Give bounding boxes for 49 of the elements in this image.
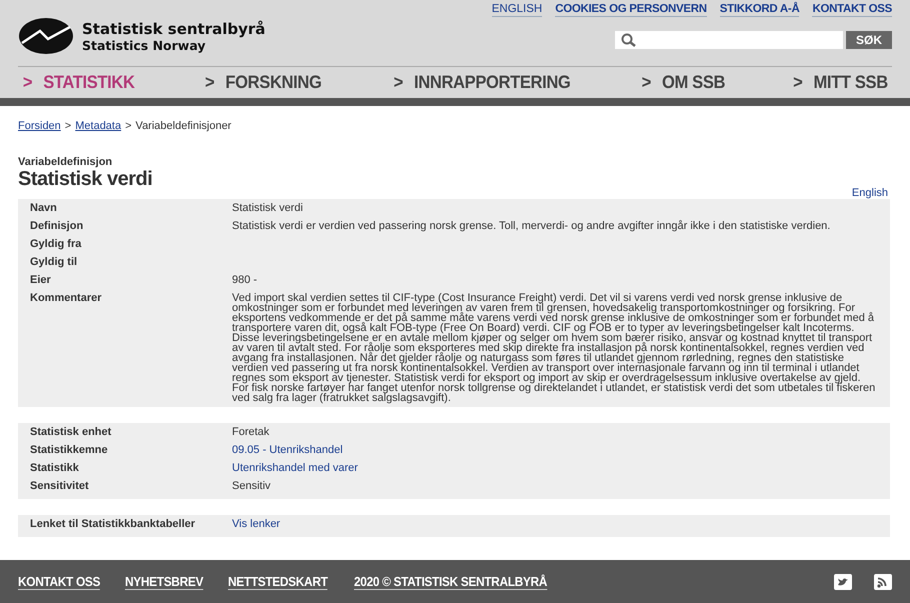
breadcrumb-link[interactable]: Forsiden [18, 120, 61, 132]
search-button[interactable]: SØK [846, 31, 892, 49]
nav-tab[interactable]: > MITT SSB [793, 72, 888, 93]
field-label: Statistikk [30, 461, 80, 475]
field-value: Ved import skal verdien settes til CIF-type (Cost Insurance Freight) verdi. Det vil si varens verdi ved norsk grense inklusive de omkostninger som er forbundet med leveringen av varen frem til grensen, hovedsakelig transportomkostninger og forsikring. For eksportens vedkommende er det på samme måte varens verdi ved norsk grense inklusive de omkostninger som er forbundet med å transportere varen dit, også kalt FOB-type (Free On Board) verdi. CIF og FOB er to typer av leveringsbetingelser kalt Incoterms. Disse leveringsbetingelsene er en avtale mellom kjøper og selger om hvem som bærer risiko, ansvar og kostnad knyttet til transport av varen til avtalt sted. For råolje som eksporteres med skip direkte fra installasjon på norsk kontinentalsokkel, regnes verdien ved avgang fra installasjonen. Når det gjelder råolje og naturgass som føres til utlandet gjennom rørledning, regnes den statistiske verdien ved passering ut fra norsk kontinentalsokkel. Verdien av transport over internasjonale farvann og inn til terminal i utlandet regnes som eksport av tjenester. Statistisk verdi for eksport og import av skip er overdragelsessum inklusive overtakelse av gjeld. For fisk norske fartøyer har fanget utenfor norsk tollgrense og direktelandet i utlandet, er statistisk verdi det som utbetales til fiskeren ved salg fra lager (fratrukket salgslagsavgift). [232, 291, 876, 403]
breadcrumb-link[interactable]: Metadata [75, 120, 122, 132]
field-label: Gyldig fra [30, 237, 82, 251]
top-link[interactable]: STIKKORD A-Å [720, 3, 800, 17]
field-value: Foretak [232, 425, 270, 437]
nav-tab[interactable]: > STATISTIKK [22, 72, 135, 93]
field-value: Statistisk verdi [232, 201, 304, 213]
field-label: Navn [30, 201, 58, 215]
field-value: Sensitiv [232, 479, 272, 491]
breadcrumb-current: Variabeldefinisjoner [136, 120, 232, 132]
field-label: Kommentarer [30, 291, 103, 305]
nav-tab[interactable]: > FORSKNING [204, 72, 321, 93]
field-label: Definisjon [30, 219, 84, 233]
logo-icon [18, 17, 74, 55]
top-link[interactable]: COOKIES OG PERSONVERN [555, 3, 707, 17]
field-label: Eier [30, 273, 52, 287]
field-label: Statistikkemne [30, 443, 109, 457]
footer-link[interactable]: KONTAKT OSS [18, 574, 100, 590]
search-field[interactable] [614, 31, 843, 49]
field-label: Sensitivitet [30, 479, 90, 493]
field-label: Statistisk enhet [30, 425, 112, 439]
field-value: 980 - [232, 273, 258, 285]
logo-name: Statistisk sentralbyrå [82, 20, 266, 38]
nav-tab[interactable]: > OM SSB [642, 72, 726, 93]
footer-link[interactable]: NYHETSBREV [125, 574, 204, 590]
language-link[interactable]: English [852, 187, 888, 199]
field-link[interactable]: Vis lenker [232, 518, 280, 530]
bird-icon[interactable] [834, 574, 852, 590]
rss-icon[interactable] [874, 574, 892, 590]
logo-subtitle: Statistics Norway [82, 38, 207, 52]
breadcrumb-separator: > [125, 120, 132, 132]
top-link[interactable]: KONTAKT OSS [812, 3, 892, 17]
footer-link[interactable]: NETTSTEDSKART [228, 574, 328, 590]
breadcrumb-separator: > [64, 120, 72, 132]
top-link[interactable]: ENGLISH [492, 3, 542, 17]
search-icon [620, 33, 637, 47]
nav-tab[interactable]: > INNRAPPORTERING [394, 72, 571, 93]
field-link[interactable]: Utenrikshandel med varer [232, 462, 358, 474]
field-label: Lenket til Statistikkbanktabeller [30, 517, 196, 531]
field-value: Statistisk verdi er verdien ved passering norsk grense. Toll, merverdi- og andre avgifter inngår ikke i den statistiske verdien. [232, 219, 832, 231]
field-link[interactable]: 09.05 - Utenrikshandel [232, 444, 343, 456]
footer-link[interactable]: 2020 © STATISTISK SENTRALBYRÅ [354, 574, 548, 590]
page-kicker: Variabeldefinisjon [17, 155, 114, 168]
field-label: Gyldig til [30, 255, 78, 269]
page-title: Statistisk verdi [17, 168, 154, 190]
